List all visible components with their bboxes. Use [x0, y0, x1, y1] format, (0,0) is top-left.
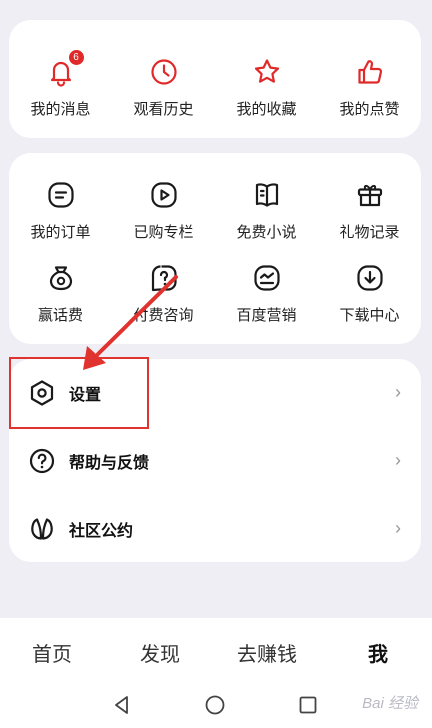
back-triangle-icon[interactable]	[111, 694, 133, 716]
quick-actions-card: 6 我的消息 观看历史 我的收藏 我的点赞	[9, 20, 421, 138]
tab-earn-money[interactable]: 去赚钱	[237, 638, 297, 667]
grid-label: 付费咨询	[133, 307, 194, 324]
book-icon	[255, 183, 278, 207]
grid-label: 我的消息	[30, 101, 91, 118]
grid-label: 赢话费	[37, 307, 83, 324]
my-orders-button[interactable]: 我的订单	[9, 179, 112, 242]
order-icon	[47, 182, 74, 208]
recents-square-icon[interactable]	[297, 694, 319, 716]
star-icon	[254, 59, 279, 83]
chevron-right-icon: ›	[395, 450, 401, 470]
unread-badge: 6	[67, 49, 85, 66]
community-rules-label: 社区公约	[69, 522, 134, 540]
my-likes-button[interactable]: 我的点赞	[318, 56, 421, 119]
tab-home[interactable]: 首页	[32, 638, 72, 667]
help-feedback-label: 帮助与反馈	[69, 454, 150, 472]
help-icon	[28, 447, 56, 475]
chevron-right-icon: ›	[395, 382, 401, 402]
grid-label: 我的订单	[30, 224, 91, 241]
download-icon	[356, 265, 383, 291]
my-favorites-button[interactable]: 我的收藏	[215, 56, 318, 119]
play-icon	[150, 182, 177, 208]
gift-records-button[interactable]: 礼物记录	[318, 179, 421, 242]
leaf-icon	[28, 515, 56, 543]
community-rules-row[interactable]: 社区公约 ›	[9, 495, 421, 562]
grid-label: 我的点赞	[339, 101, 400, 118]
question-icon	[151, 265, 177, 292]
grid-label: 我的收藏	[236, 101, 297, 118]
grid-label: 礼物记录	[339, 224, 400, 241]
paid-consulting-button[interactable]: 付费咨询	[112, 262, 215, 325]
help-feedback-row[interactable]: 帮助与反馈 ›	[9, 427, 421, 494]
purchased-columns-button[interactable]: 已购专栏	[112, 179, 215, 242]
win-phone-credit-button[interactable]: 赢话费	[9, 262, 112, 325]
clock-icon	[150, 59, 177, 85]
watermark: Bai 经验	[362, 695, 418, 712]
free-novels-button[interactable]: 免费小说	[215, 179, 318, 242]
services-card: 我的订单 已购专栏 免费小说 礼物记录 赢话费 付费咨询 百度营销 下载中心	[9, 153, 421, 344]
grid-label: 观看历史	[133, 101, 194, 118]
my-messages-button[interactable]: 6 我的消息	[9, 49, 112, 119]
chart-icon	[253, 265, 280, 291]
grid-label: 百度营销	[236, 307, 297, 324]
download-center-button[interactable]: 下载中心	[318, 262, 421, 325]
grid-label: 已购专栏	[133, 224, 194, 241]
thumbs-up-icon	[357, 60, 382, 84]
baidu-marketing-button[interactable]: 百度营销	[215, 262, 318, 325]
gift-icon	[357, 184, 382, 207]
watch-history-button[interactable]: 观看历史	[112, 56, 215, 119]
chevron-right-icon: ›	[395, 518, 401, 538]
tab-discover[interactable]: 发现	[140, 638, 180, 667]
settings-highlight-box	[9, 357, 149, 429]
home-circle-icon[interactable]	[204, 694, 226, 716]
bottom-tab-bar: 首页 发现 去赚钱 我	[0, 618, 432, 682]
tab-me[interactable]: 我	[368, 638, 388, 667]
grid-label: 下载中心	[339, 307, 400, 324]
grid-label: 免费小说	[236, 224, 297, 241]
money-bag-icon	[49, 266, 72, 291]
